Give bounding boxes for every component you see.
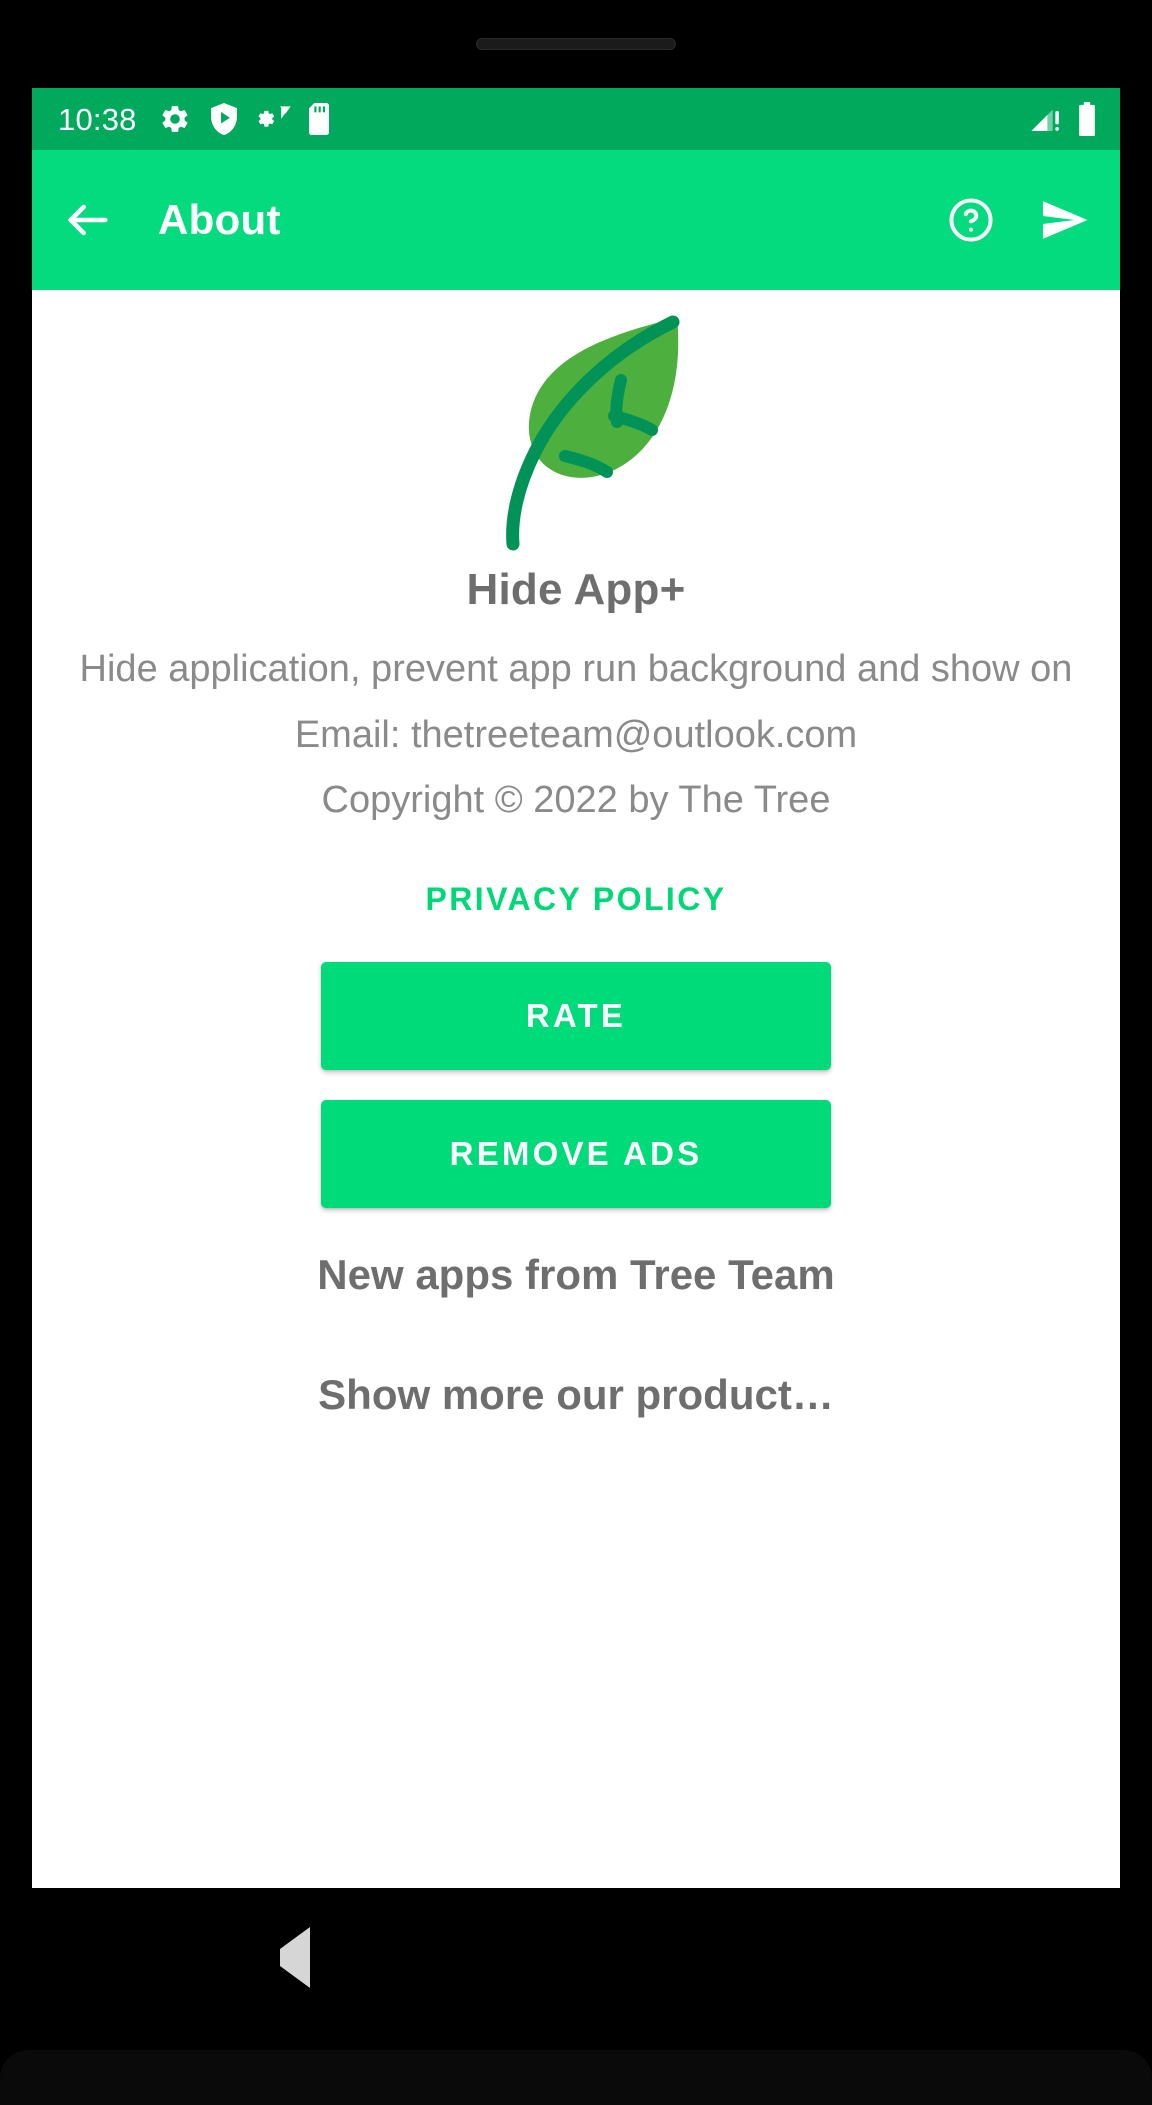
device-top-bezel bbox=[0, 0, 1152, 66]
back-button[interactable] bbox=[62, 194, 114, 246]
arrow-left-icon bbox=[68, 204, 108, 236]
app-bar-actions bbox=[946, 193, 1092, 247]
show-more-products-link[interactable]: Show more our product… bbox=[318, 1370, 834, 1420]
nav-back-button[interactable] bbox=[280, 1927, 311, 1988]
remove-ads-button[interactable]: REMOVE ADS bbox=[321, 1099, 831, 1208]
phone-screen: 10:38 About Hide App+ Hide application, … bbox=[32, 88, 1120, 1888]
signal-alert-icon bbox=[1030, 103, 1062, 135]
phone-device: 10:38 About Hide App+ Hide application, … bbox=[0, 0, 1152, 2105]
page-title: About bbox=[158, 196, 281, 243]
sd-card-icon bbox=[308, 103, 333, 135]
help-circle-icon bbox=[949, 198, 993, 242]
gear-icon bbox=[159, 103, 191, 135]
status-bar-right-icons bbox=[1030, 102, 1098, 136]
privacy-policy-link[interactable]: PRIVACY POLICY bbox=[426, 881, 727, 918]
copyright-text: Copyright © 2022 by The Tree bbox=[321, 779, 831, 822]
about-content: Hide App+ Hide application, prevent app … bbox=[32, 290, 1120, 1888]
app-description: Hide application, prevent app run backgr… bbox=[79, 648, 1073, 691]
shield-play-icon bbox=[209, 103, 239, 135]
status-bar: 10:38 bbox=[32, 88, 1120, 150]
settings-wifi-icon bbox=[257, 103, 291, 135]
contact-email: Email: thetreeteam@outlook.com bbox=[294, 713, 858, 756]
status-bar-left-icons bbox=[159, 103, 333, 135]
leaf-logo bbox=[506, 315, 680, 551]
send-icon bbox=[1042, 201, 1088, 239]
help-button[interactable] bbox=[946, 195, 996, 245]
device-bottom-bezel bbox=[0, 2028, 1152, 2105]
app-bar: About bbox=[32, 150, 1120, 290]
android-nav-bar bbox=[0, 1888, 1152, 2028]
earpiece-speaker bbox=[476, 38, 676, 50]
battery-full-icon bbox=[1076, 102, 1098, 136]
app-name: Hide App+ bbox=[466, 565, 686, 614]
share-button[interactable] bbox=[1038, 193, 1092, 247]
app-logo bbox=[456, 306, 696, 556]
status-bar-clock: 10:38 bbox=[58, 101, 137, 137]
new-apps-heading: New apps from Tree Team bbox=[317, 1250, 835, 1298]
back-triangle-icon bbox=[280, 1927, 311, 1988]
rate-button[interactable]: RATE bbox=[321, 961, 831, 1070]
